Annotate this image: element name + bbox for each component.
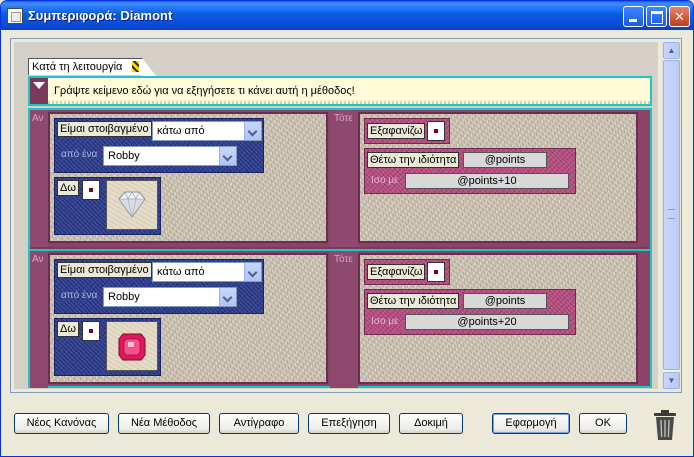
value-field[interactable]: @points+20 bbox=[405, 314, 569, 330]
trigger-tab[interactable]: Κατά τη λειτουργία bbox=[28, 58, 156, 76]
equal-label: Ισο με bbox=[371, 175, 399, 186]
new-rule-button[interactable]: Νέος Κανόνας bbox=[14, 413, 109, 434]
then-label: Τότε bbox=[334, 254, 353, 265]
if-conditions-area: Είμαι στοιβαγμένο κάτω από από ένα Robby bbox=[48, 112, 328, 243]
object-value: Robby bbox=[108, 291, 140, 303]
rules-list: Αν Τότε Είμαι στοιβαγμένο κάτω από από έ… bbox=[28, 108, 652, 388]
stacked-chip[interactable]: Είμαι στοιβαγμένο bbox=[57, 262, 152, 278]
app-icon bbox=[7, 8, 23, 24]
rule-2[interactable]: Αν Τότε Είμαι στοιβαγμένο κάτω από από έ… bbox=[30, 249, 650, 388]
set-property-block[interactable]: Θέτω την ιδιότητα @points Ισο με @points… bbox=[364, 289, 576, 335]
trash-icon[interactable] bbox=[653, 409, 677, 441]
set-property-chip[interactable]: Θέτω την ιδιότητα bbox=[367, 152, 460, 168]
diamond-icon bbox=[118, 191, 146, 218]
property-field[interactable]: @points bbox=[463, 152, 547, 168]
object-thumbnail[interactable] bbox=[106, 180, 158, 230]
collapse-arrow-icon[interactable] bbox=[30, 78, 48, 104]
see-chip[interactable]: Δω bbox=[57, 321, 79, 337]
new-method-button[interactable]: Νέα Μέθοδος bbox=[118, 413, 210, 434]
behavior-window: Συμπεριφορά: Diamont Κατά τη λειτουργία … bbox=[0, 0, 694, 457]
rules-panel: Κατά τη λειτουργία Γράψτε κείμενο εδώ γι… bbox=[10, 38, 682, 393]
then-bar bbox=[330, 251, 358, 388]
value-field[interactable]: @points+10 bbox=[405, 173, 569, 189]
object-value: Robby bbox=[108, 150, 140, 162]
bullet-icon[interactable] bbox=[82, 321, 100, 341]
if-bar bbox=[30, 251, 48, 388]
position-select[interactable]: κάτω από bbox=[152, 262, 262, 282]
scroll-thumb[interactable] bbox=[663, 60, 680, 370]
trigger-flag-icon bbox=[132, 61, 139, 72]
close-button[interactable] bbox=[669, 6, 690, 27]
scroll-up-icon[interactable]: ▲ bbox=[663, 42, 680, 59]
position-value: κάτω από bbox=[157, 266, 205, 278]
object-thumbnail[interactable] bbox=[106, 321, 158, 371]
see-condition-block[interactable]: Δω bbox=[54, 177, 161, 235]
chevron-down-icon[interactable] bbox=[219, 147, 236, 165]
ok-button[interactable]: OK bbox=[579, 413, 627, 434]
see-condition-block[interactable]: Δω bbox=[54, 318, 161, 376]
trigger-label: Κατά τη λειτουργία bbox=[32, 61, 123, 73]
title-bar[interactable]: Συμπεριφορά: Diamont bbox=[1, 1, 693, 30]
then-actions-area: Εξαφανίζω Θέτω την ιδιότητα @points Ισο … bbox=[358, 253, 638, 384]
chevron-down-icon[interactable] bbox=[244, 122, 261, 140]
if-label: Αν bbox=[32, 113, 44, 124]
equal-label: Ισο με bbox=[371, 316, 399, 327]
stacked-chip[interactable]: Είμαι στοιβαγμένο bbox=[57, 121, 152, 137]
then-bar bbox=[330, 110, 358, 247]
stacked-condition-block[interactable]: Είμαι στοιβαγμένο κάτω από από ένα Robby bbox=[54, 259, 264, 314]
rules-scroll-area: Κατά τη λειτουργία Γράψτε κείμενο εδώ γι… bbox=[14, 42, 658, 389]
ruby-icon bbox=[118, 333, 146, 361]
chevron-down-icon[interactable] bbox=[219, 288, 236, 306]
if-label: Αν bbox=[32, 254, 44, 265]
disappear-action-block[interactable]: Εξαφανίζω bbox=[364, 259, 450, 285]
stacked-condition-block[interactable]: Είμαι στοιβαγμένο κάτω από από ένα Robby bbox=[54, 118, 264, 173]
bullet-icon[interactable] bbox=[427, 121, 445, 141]
position-select[interactable]: κάτω από bbox=[152, 121, 262, 141]
window-title: Συμπεριφορά: Diamont bbox=[28, 8, 173, 23]
description-text[interactable]: Γράψτε κείμενο εδώ για να εξηγήσετε τι κ… bbox=[54, 85, 355, 97]
position-value: κάτω από bbox=[157, 125, 205, 137]
object-select[interactable]: Robby bbox=[103, 146, 237, 166]
if-bar bbox=[30, 110, 48, 247]
rule-1[interactable]: Αν Τότε Είμαι στοιβαγμένο κάτω από από έ… bbox=[30, 110, 650, 247]
of-label: από ένα bbox=[61, 290, 98, 301]
apply-button[interactable]: Εφαρμογή bbox=[492, 413, 570, 434]
test-button[interactable]: Δοκιμή bbox=[399, 413, 463, 434]
set-property-chip[interactable]: Θέτω την ιδιότητα bbox=[367, 293, 460, 309]
disappear-action-block[interactable]: Εξαφανίζω bbox=[364, 118, 450, 144]
then-actions-area: Εξαφανίζω Θέτω την ιδιότητα @points Ισο … bbox=[358, 112, 638, 243]
explain-button[interactable]: Επεξήγηση bbox=[308, 413, 390, 434]
property-field[interactable]: @points bbox=[463, 293, 547, 309]
copy-button[interactable]: Αντίγραφο bbox=[219, 413, 299, 434]
see-chip[interactable]: Δω bbox=[57, 180, 79, 196]
maximize-button[interactable] bbox=[646, 6, 667, 27]
chevron-down-icon[interactable] bbox=[244, 263, 261, 281]
vertical-scrollbar[interactable]: ▲ ▼ bbox=[662, 42, 680, 389]
object-select[interactable]: Robby bbox=[103, 287, 237, 307]
if-conditions-area: Είμαι στοιβαγμένο κάτω από από ένα Robby bbox=[48, 253, 328, 384]
method-description[interactable]: Γράψτε κείμενο εδώ για να εξηγήσετε τι κ… bbox=[28, 76, 652, 106]
bullet-icon[interactable] bbox=[427, 262, 445, 282]
scroll-down-icon[interactable]: ▼ bbox=[663, 372, 680, 389]
set-property-block[interactable]: Θέτω την ιδιότητα @points Ισο με @points… bbox=[364, 148, 576, 194]
then-label: Τότε bbox=[334, 113, 353, 124]
disappear-chip[interactable]: Εξαφανίζω bbox=[367, 264, 426, 280]
minimize-button[interactable] bbox=[623, 6, 644, 27]
of-label: από ένα bbox=[61, 149, 98, 160]
disappear-chip[interactable]: Εξαφανίζω bbox=[367, 123, 426, 139]
bullet-icon[interactable] bbox=[82, 180, 100, 200]
description-divider bbox=[48, 101, 650, 104]
